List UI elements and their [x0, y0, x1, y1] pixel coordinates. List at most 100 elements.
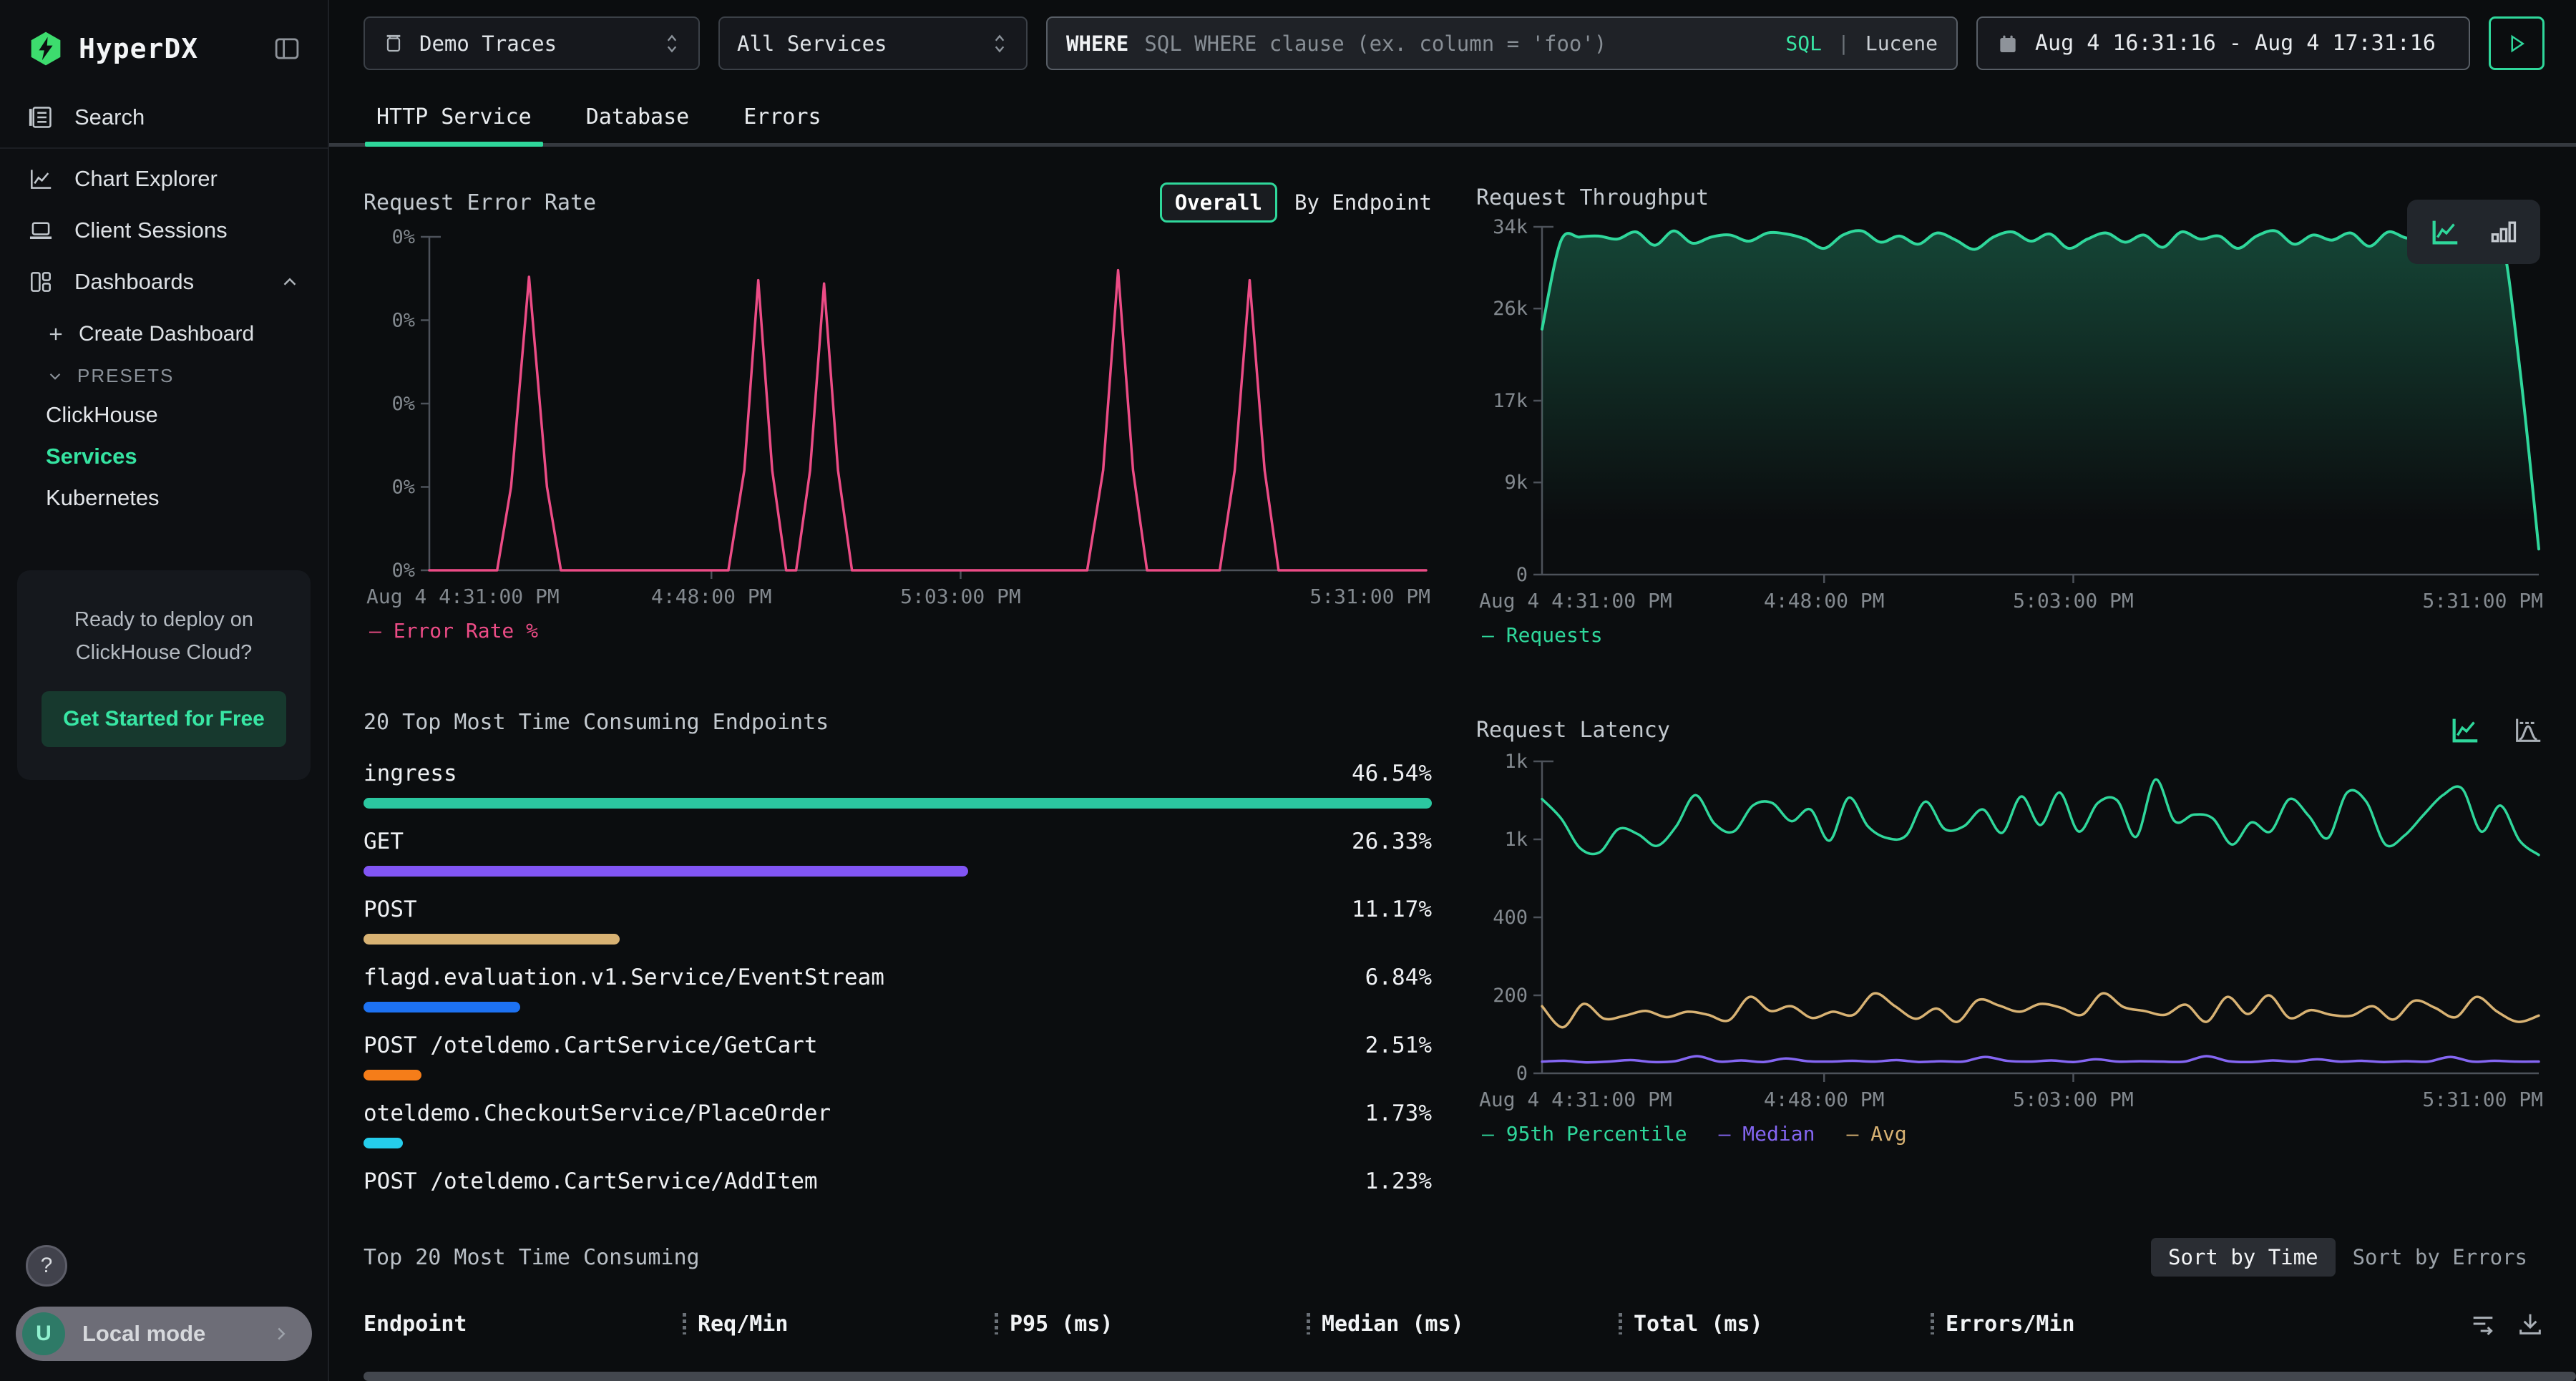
table-column-header[interactable]: Req/Min [683, 1312, 995, 1337]
sidebar-item-client-sessions[interactable]: Client Sessions [0, 205, 328, 256]
sidebar-item-kubernetes[interactable]: Kubernetes [46, 477, 328, 519]
sidebar-item-search[interactable]: Search [0, 92, 328, 143]
endpoint-row[interactable]: ingress46.54% [364, 761, 1432, 809]
top-endpoints-panel: 20 Top Most Time Consuming Endpoints ing… [364, 710, 1432, 1191]
service-select[interactable]: All Services [718, 16, 1028, 70]
search-input[interactable]: WHERE SQL WHERE clause (ex. column = 'fo… [1046, 16, 1958, 70]
latency-chart[interactable]: 1k1k4002000Aug 4 4:31:00 PM4:48:00 PM5:0… [1476, 750, 2545, 1115]
svg-text:5:31:00 PM: 5:31:00 PM [2422, 1088, 2543, 1111]
promo-line2: ClickHouse Cloud? [42, 636, 286, 669]
source-select[interactable]: Demo Traces [364, 16, 700, 70]
create-dashboard-button[interactable]: Create Dashboard [46, 313, 328, 355]
histogram-toggle-icon[interactable] [2512, 713, 2545, 746]
dashboards-grid-icon [27, 268, 54, 296]
column-drag-handle-icon[interactable] [1619, 1313, 1622, 1334]
line-chart-toggle-icon[interactable] [2429, 215, 2462, 248]
sort-by-time-button[interactable]: Sort by Time [2151, 1238, 2336, 1277]
sort-by-errors-button[interactable]: Sort by Errors [2336, 1238, 2545, 1277]
sidebar-item-dashboards[interactable]: Dashboards [0, 256, 328, 308]
horizontal-scrollbar[interactable] [364, 1372, 2576, 1381]
column-drag-handle-icon[interactable] [995, 1313, 998, 1334]
table-header-icons [2469, 1309, 2545, 1338]
endpoint-row[interactable]: POST /oteldemo.CartService/AddItem 1.23% [364, 1168, 1432, 1191]
endpoints-list: ingress46.54% GET26.33% POST11.17% flagd.ev… [364, 761, 1432, 1191]
endpoint-bar [364, 1138, 403, 1148]
svg-text:1k: 1k [1504, 751, 1528, 773]
time-range-value: Aug 4 16:31:16 - Aug 4 17:31:16 [2035, 31, 2436, 56]
endpoint-label: POST /oteldemo.CartService/AddItem [364, 1168, 818, 1191]
legend-item[interactable]: — Error Rate % [369, 619, 538, 643]
endpoint-row[interactable]: POST /oteldemo.CartService/GetCart2.51% [364, 1033, 1432, 1080]
svg-text:200: 200 [1493, 985, 1528, 1007]
time-range-picker[interactable]: Aug 4 16:31:16 - Aug 4 17:31:16 [1976, 16, 2470, 70]
endpoint-bar [364, 934, 620, 945]
sidebar-collapse-icon[interactable] [272, 34, 302, 64]
svg-text:0: 0 [1516, 564, 1528, 586]
table-column-header[interactable]: Median (ms) [1307, 1312, 1619, 1337]
user-menu[interactable]: U Local mode [16, 1307, 312, 1361]
svg-text:5:03:00 PM: 5:03:00 PM [2013, 1088, 2134, 1111]
sql-mode-button[interactable]: SQL [1785, 31, 1822, 55]
endpoint-bar [364, 1070, 421, 1080]
run-query-button[interactable] [2489, 16, 2545, 70]
tab-database[interactable]: Database [586, 93, 690, 147]
calendar-icon [1996, 32, 2019, 55]
legend-item[interactable]: — Median [1719, 1122, 1815, 1146]
database-icon [382, 32, 405, 55]
endpoint-percentage: 6.84% [1365, 965, 1432, 990]
lucene-mode-button[interactable]: Lucene [1865, 31, 1938, 55]
column-drag-handle-icon[interactable] [1931, 1313, 1934, 1334]
overall-toggle-button[interactable]: Overall [1160, 182, 1277, 223]
column-label: Errors/Min [1946, 1312, 2075, 1337]
help-button[interactable]: ? [26, 1245, 67, 1287]
endpoint-percentage: 1.23% [1365, 1168, 1432, 1191]
by-endpoint-toggle-button[interactable]: By Endpoint [1294, 190, 1432, 215]
download-icon[interactable] [2516, 1309, 2545, 1338]
endpoint-row[interactable]: oteldemo.CheckoutService/PlaceOrder1.73% [364, 1101, 1432, 1148]
line-chart-toggle-icon[interactable] [2449, 713, 2482, 746]
endpoint-percentage: 1.73% [1365, 1101, 1432, 1126]
sidebar: HyperDX Search Chart Explorer [0, 0, 329, 1381]
bar-chart-toggle-icon[interactable] [2487, 216, 2519, 248]
svg-text:5:03:00 PM: 5:03:00 PM [2013, 589, 2134, 613]
sidebar-item-label: Chart Explorer [74, 166, 218, 192]
column-drag-handle-icon[interactable] [1307, 1313, 1310, 1334]
plus-icon [46, 324, 66, 344]
sidebar-item-clickhouse[interactable]: ClickHouse [46, 394, 328, 436]
throughput-chart[interactable]: 34k26k17k9k0Aug 4 4:31:00 PM4:48:00 PM5:… [1476, 215, 2545, 616]
endpoint-label: POST /oteldemo.CartService/GetCart [364, 1033, 818, 1058]
endpoint-label: flagd.evaluation.v1.Service/EventStream [364, 965, 884, 990]
error-rate-panel: Request Error Rate Overall By Endpoint 0… [364, 180, 1432, 647]
chevron-up-icon[interactable] [279, 271, 301, 293]
table-column-header[interactable]: Total (ms) [1619, 1312, 1931, 1337]
tab-http-service[interactable]: HTTP Service [376, 93, 532, 147]
endpoint-row[interactable]: flagd.evaluation.v1.Service/EventStream 6… [364, 965, 1432, 1012]
svg-text:Aug 4 4:31:00 PM: Aug 4 4:31:00 PM [1479, 589, 1672, 613]
presets-label: PRESETS [77, 365, 174, 387]
source-select-value: Demo Traces [419, 31, 557, 56]
column-settings-icon[interactable] [2469, 1309, 2497, 1338]
table-column-header[interactable]: Errors/Min [1931, 1312, 2469, 1337]
user-mode-label: Local mode [82, 1321, 205, 1347]
legend-item[interactable]: — Avg [1846, 1122, 1906, 1146]
legend-item[interactable]: — 95th Percentile [1482, 1122, 1687, 1146]
dashboard-content: Request Error Rate Overall By Endpoint 0… [329, 147, 2576, 1381]
error-rate-chart[interactable]: 0%0%0%0%0%Aug 4 4:31:00 PM4:48:00 PM5:03… [364, 225, 1432, 612]
sidebar-item-services[interactable]: Services [46, 436, 328, 477]
error-rate-legend: — Error Rate % [364, 619, 1432, 643]
endpoint-row[interactable]: POST11.17% [364, 897, 1432, 945]
presets-toggle[interactable]: PRESETS [46, 355, 328, 394]
tab-errors[interactable]: Errors [743, 93, 821, 147]
endpoint-row[interactable]: GET26.33% [364, 829, 1432, 877]
table-column-header[interactable]: P95 (ms) [995, 1312, 1307, 1337]
column-label: P95 (ms) [1010, 1312, 1113, 1337]
topbar: Demo Traces All Services WHERE SQL WHERE… [329, 0, 2576, 83]
legend-item[interactable]: — Requests [1482, 623, 1603, 647]
sidebar-item-chart-explorer[interactable]: Chart Explorer [0, 153, 328, 205]
create-dashboard-label: Create Dashboard [79, 322, 254, 346]
column-drag-handle-icon[interactable] [683, 1313, 686, 1334]
table-column-header[interactable]: Endpoint [364, 1312, 683, 1337]
svg-text:0%: 0% [391, 393, 415, 415]
column-label: Endpoint [364, 1312, 467, 1337]
get-started-button[interactable]: Get Started for Free [42, 691, 286, 747]
